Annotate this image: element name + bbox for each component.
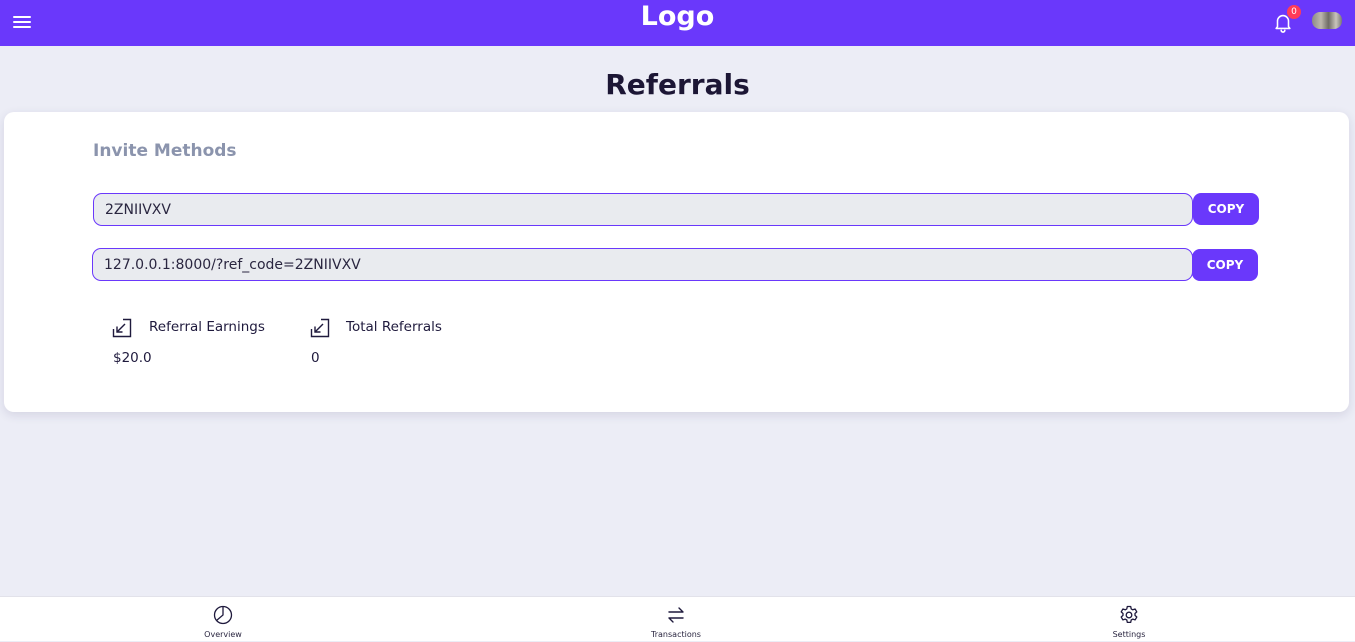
nav-transactions-label: Transactions xyxy=(651,630,701,639)
copy-code-button[interactable]: COPY xyxy=(1193,193,1259,225)
nav-settings[interactable]: Settings xyxy=(1079,597,1179,642)
referral-code-field[interactable] xyxy=(93,193,1193,226)
referral-link-field[interactable] xyxy=(92,248,1193,281)
nav-overview[interactable]: Overview xyxy=(173,597,273,642)
swap-arrows-icon xyxy=(668,607,684,623)
pie-chart-icon xyxy=(213,605,233,625)
nav-settings-label: Settings xyxy=(1112,630,1146,639)
arrow-down-left-box-icon xyxy=(112,318,132,338)
section-title: Invite Methods xyxy=(93,141,237,161)
referral-card: Invite Methods COPY COPY Referral Earnin… xyxy=(4,112,1349,412)
stat-label-total-referrals: Total Referrals xyxy=(346,319,442,335)
page-title: Referrals xyxy=(605,68,750,101)
notification-badge: 0 xyxy=(1287,5,1301,19)
gear-icon xyxy=(1120,605,1138,624)
nav-overview-label: Overview xyxy=(204,630,242,639)
arrow-down-left-box-icon xyxy=(310,318,330,338)
stat-value-total-referrals: 0 xyxy=(311,350,320,366)
stat-label-referral-earnings: Referral Earnings xyxy=(149,319,265,335)
logo[interactable]: Logo xyxy=(0,0,1355,36)
stat-value-referral-earnings: $20.0 xyxy=(113,350,152,366)
top-navbar: Logo 0 xyxy=(0,0,1355,46)
copy-link-button[interactable]: COPY xyxy=(1192,249,1258,281)
bottom-navbar: Overview Transactions Settings xyxy=(0,596,1355,641)
avatar[interactable] xyxy=(1312,12,1342,29)
nav-transactions[interactable]: Transactions xyxy=(626,597,726,642)
